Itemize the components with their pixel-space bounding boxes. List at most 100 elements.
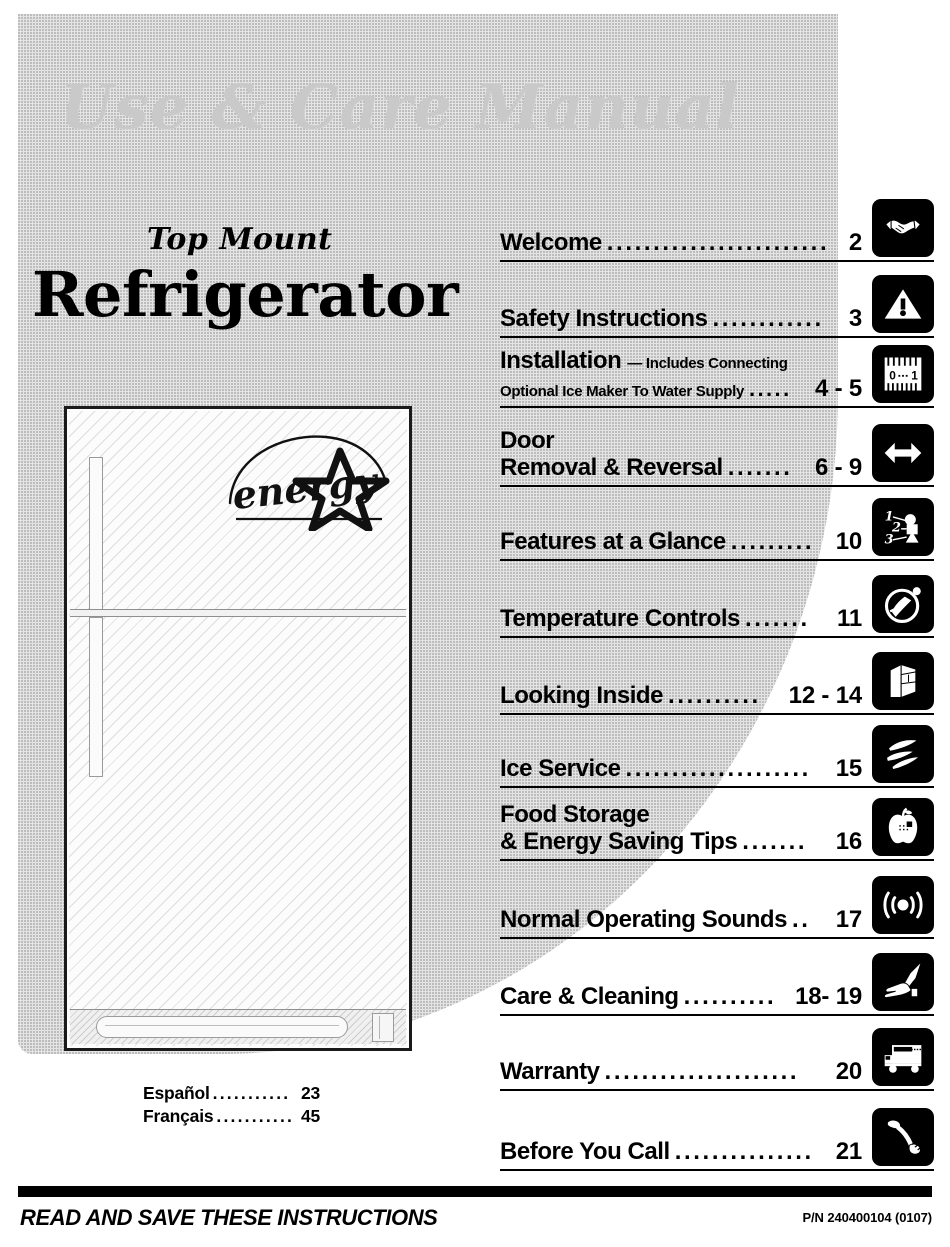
leader-dots: ....... [742,828,808,855]
toc-page-number: 10 [835,528,862,555]
use-and-care-manual-watermark: Use & Care Manual [60,72,740,143]
toc-row-features-at-a-glance[interactable]: Features at a Glance ......... 10 1 2 3 [500,487,934,561]
leader-dots: ........... [212,1083,291,1103]
energy-star-logo: energy [222,431,397,533]
toc-title: Before You Call [500,1138,670,1165]
toc-title: Safety Instructions [500,305,708,332]
svg-text:1: 1 [911,369,918,383]
open-refrigerator-icon [872,652,934,710]
base-corner-detail [372,1013,394,1042]
toc-text: Welcome ........................ 2 [500,229,866,258]
toc-page-number: 11 [837,605,862,632]
footer-rule [18,1186,932,1197]
toc-text: Ice Service .................... 15 [500,755,866,784]
svg-text:3: 3 [885,533,894,548]
cleaning-hand-icon [872,953,934,1011]
language-item-spanish[interactable]: Español ........... 23 [143,1082,320,1105]
language-page-number: 23 [301,1083,321,1103]
toc-row-looking-inside[interactable]: Looking Inside .......... 12 - 14 [500,638,934,715]
toc-page-number: 20 [835,1058,862,1085]
leader-dots: ..................... [604,1058,800,1085]
toc-page-number: 15 [835,755,862,782]
toc-text: Warranty ..................... 20 [500,1058,866,1087]
telephone-icon [872,1108,934,1166]
toc-title: Removal & Reversal [500,454,723,481]
toc-text: Installation — Includes Connecting Optio… [500,347,866,404]
language-page-number: 45 [301,1106,321,1127]
language-name: Español [143,1083,210,1103]
toc-page-number: 17 [835,906,862,933]
language-name: Français [143,1106,214,1127]
door-divider [70,609,406,617]
toc-secondary-line: Food Storage [500,800,650,828]
footer-notice: READ AND SAVE THESE INSTRUCTIONS [20,1205,438,1230]
toc-title: Normal Operating Sounds [500,906,788,933]
language-references: Español ........... 23 Français ........… [143,1082,320,1129]
toc-page-number: 2 [848,229,862,256]
leader-dots: .................... [625,755,811,782]
toc-row-before-you-call[interactable]: Before You Call ............... 21 [500,1091,934,1171]
toc-text: Temperature Controls ....... 11 [500,605,866,634]
leader-dots: ............... [674,1138,814,1165]
leader-dots: .......... [668,682,761,709]
toc-text: Door Removal & Reversal ....... 6 - 9 [500,428,866,483]
apple-icon [872,798,934,856]
leader-dots: .......... [683,983,777,1010]
toc-page-number: 21 [835,1138,862,1165]
base-vent [96,1016,348,1038]
toc-secondary-line: Optional Ice Maker To Water Supply [500,383,745,400]
toc-title: & Energy Saving Tips [500,828,738,855]
numbered-list-icon: 1 2 3 [872,498,934,556]
toc-row-safety-instructions[interactable]: Safety Instructions ............ 3 [500,262,934,338]
product-eyebrow-top-mount: Top Mount [147,222,333,257]
leader-dots: .. [792,906,811,933]
toc-page-number: 12 - 14 [788,682,862,709]
toc-row-ice-service[interactable]: Ice Service .................... 15 [500,715,934,788]
toc-title: Ice Service [500,755,621,782]
toc-subtitle: — Includes Connecting [627,355,788,372]
toc-row-care-and-cleaning[interactable]: Care & Cleaning .......... 18- 19 [500,939,934,1016]
toc-page-number: 18- 19 [795,983,862,1010]
fresh-food-door-handle [89,617,103,777]
leader-dots: ............ [712,305,824,332]
leader-dots: ..... [749,376,792,401]
ice-cubes-icon [872,725,934,783]
toc-title: Installation [500,347,622,374]
page-title: Refrigerator [32,258,459,331]
leader-dots: ........... [216,1106,295,1127]
manual-cover-page: Use & Care Manual Top Mount Refrigerator… [0,0,950,1247]
toc-row-normal-operating-sounds[interactable]: Normal Operating Sounds .. 17 [500,861,934,939]
toc-title: Care & Cleaning [500,983,679,1010]
toc-text: Before You Call ............... 21 [500,1138,866,1167]
refrigerator-base-grille [70,1009,406,1044]
table-of-contents: Welcome ........................ 2 Safet… [500,199,934,1171]
toc-page-number: 6 - 9 [814,454,862,481]
double-arrow-icon [872,424,934,482]
ruler-icon: 0 1 [872,345,934,403]
footer-part-number: P/N 240400104 (0107) [802,1210,932,1225]
toc-page-number: 3 [848,305,862,332]
leader-dots: ....... [727,454,793,481]
leader-dots: ........................ [606,229,830,256]
refrigerator-illustration: energy [64,406,412,1051]
toc-title: Welcome [500,229,602,256]
toc-text: Care & Cleaning .......... 18- 19 [500,983,866,1012]
svg-text:0: 0 [889,369,896,383]
toc-row-welcome[interactable]: Welcome ........................ 2 [500,199,934,262]
toc-title: Temperature Controls [500,605,740,632]
toc-page-number: 4 - 5 [814,375,862,402]
toc-text: Food Storage & Energy Saving Tips ......… [500,802,866,857]
toc-row-temperature-controls[interactable]: Temperature Controls ....... 11 [500,561,934,638]
toc-row-food-storage[interactable]: Food Storage & Energy Saving Tips ......… [500,788,934,861]
toc-title: Features at a Glance [500,528,726,555]
toc-text: Features at a Glance ......... 10 [500,528,866,557]
toc-row-door-removal-reversal[interactable]: Door Removal & Reversal ....... 6 - 9 [500,408,934,487]
warning-triangle-icon [872,275,934,333]
toc-row-installation[interactable]: Installation — Includes Connecting Optio… [500,338,934,408]
language-item-french[interactable]: Français ........... 45 [143,1105,320,1128]
toc-text: Normal Operating Sounds .. 17 [500,906,866,935]
handshake-icon [872,199,934,257]
leader-dots: ....... [744,605,810,632]
toc-row-warranty[interactable]: Warranty ..................... 20 [500,1016,934,1091]
sound-waves-icon [872,876,934,934]
